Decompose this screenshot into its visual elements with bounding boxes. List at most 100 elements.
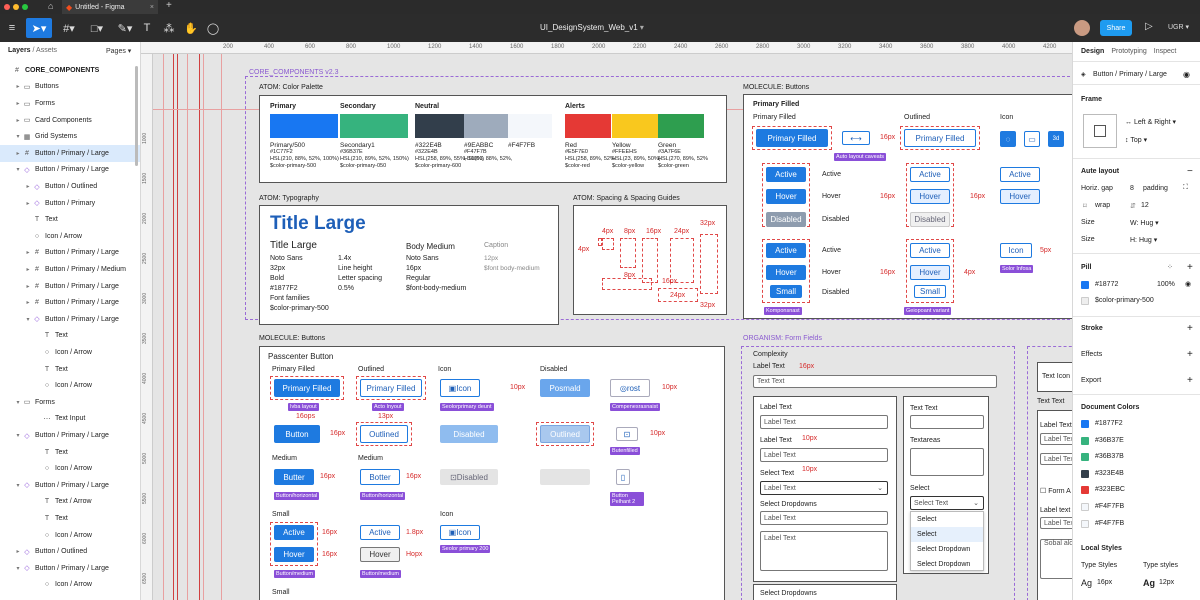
layer-caret-icon[interactable]: ▸ — [24, 249, 32, 256]
mr-icon-active-button[interactable]: Active — [1000, 167, 1040, 182]
mr-icon-button[interactable]: 3d — [1048, 131, 1064, 147]
close-tab-icon[interactable]: × — [150, 4, 154, 11]
doc-color-swatch[interactable] — [1081, 469, 1089, 478]
layer-caret-icon[interactable]: ▸ — [14, 83, 22, 90]
comment-tool-icon[interactable]: ◯ — [206, 18, 220, 38]
layer-row[interactable]: ▸ # Button / Primary / Large — [0, 294, 140, 311]
ml-disabled-icon-button[interactable]: ◎ rost — [610, 379, 650, 397]
ml-medium-icon-button[interactable]: ▯ — [616, 469, 630, 485]
core-components-title[interactable]: CORE_COMPONENTS v2.3 — [249, 69, 338, 76]
doc-color-swatch[interactable] — [1081, 503, 1089, 511]
mr-outlined-button[interactable]: Primary Filled — [904, 129, 976, 147]
molecule-buttons-card[interactable]: Primary Filled Primary Filled Outlined I… — [743, 94, 1072, 319]
fill-opacity[interactable]: 100% — [1157, 281, 1175, 288]
doc-color-swatch[interactable] — [1081, 420, 1089, 428]
wrap-value[interactable]: 12 — [1141, 202, 1149, 209]
home-icon[interactable]: ⌂ — [48, 1, 53, 11]
tab-prototyping[interactable]: Prototyping — [1111, 48, 1146, 55]
layer-row[interactable]: ⋯ Text Input — [0, 411, 140, 428]
doc-color-swatch[interactable] — [1081, 453, 1089, 462]
mr-active-state-button[interactable]: Active — [766, 167, 806, 182]
color-swatch[interactable] — [612, 114, 658, 138]
color-swatch[interactable] — [464, 114, 508, 138]
mr-outlined-active-button[interactable]: Active — [910, 167, 950, 182]
minimize-window-icon[interactable] — [13, 4, 19, 10]
ml-small-icon-button[interactable]: ▣ Icon — [440, 525, 480, 540]
add-stroke-icon[interactable]: + — [1187, 323, 1193, 334]
ml-disabled-filled-button[interactable]: Posmald — [540, 379, 590, 397]
styles-icon[interactable]: ⁘ — [1167, 263, 1173, 271]
layer-row[interactable]: ▾ ◇ Button / Primary / Large — [0, 477, 140, 494]
share-button[interactable]: Share — [1100, 20, 1132, 36]
far-input[interactable]: Label Text — [1040, 453, 1072, 465]
layer-caret-icon[interactable]: ▸ — [24, 266, 32, 273]
layer-row[interactable]: ○ Icon / Arrow — [0, 577, 140, 594]
layer-row[interactable]: ▾ ◇ Button / Primary / Large — [0, 311, 140, 328]
fill-swatch[interactable] — [1081, 281, 1089, 289]
mr-icon-button[interactable]: ◌ — [1000, 131, 1016, 147]
layer-row[interactable]: ○ Icon / Arrow — [0, 527, 140, 544]
constraints-widget[interactable] — [1083, 114, 1117, 148]
width-hug[interactable]: W: Hug ▾ — [1130, 219, 1159, 227]
height-hug[interactable]: H: Hug ▾ — [1130, 236, 1157, 244]
layer-row[interactable]: ▸ # Button / Primary / Large — [0, 278, 140, 295]
far-checkbox[interactable]: ☐ Form A — [1040, 487, 1071, 495]
dropdown-option[interactable]: Select Dropdown — [911, 542, 983, 557]
add-fill-icon[interactable]: + — [1187, 262, 1193, 273]
layer-caret-icon[interactable]: ▸ — [14, 150, 22, 157]
color-swatch[interactable] — [565, 114, 611, 138]
layer-row[interactable]: T Text — [0, 361, 140, 378]
remove-auto-layout-icon[interactable]: − — [1187, 166, 1193, 177]
passcenter-button-card[interactable]: Passcenter Button Primary Filled Outline… — [259, 346, 725, 600]
far-input[interactable]: Label Text — [1040, 433, 1072, 445]
ml-icon-button[interactable]: ▣ Icon — [440, 379, 480, 397]
assets-tab[interactable]: / Assets — [33, 47, 58, 54]
layer-caret-icon[interactable]: ▸ — [24, 283, 32, 290]
layer-row[interactable]: ▸ ◇ Button / Outlined — [0, 543, 140, 560]
resources-icon[interactable]: ⁂ — [162, 18, 176, 38]
layer-row[interactable]: T Text — [0, 444, 140, 461]
layer-row[interactable]: ○ Icon / Arrow — [0, 228, 140, 245]
doc-color-swatch[interactable] — [1081, 486, 1089, 495]
doc-color-swatch[interactable] — [1081, 519, 1089, 528]
dropdown-option[interactable]: Select Dropdown — [911, 557, 983, 572]
ml-medium-filled-button[interactable]: Butter — [274, 469, 314, 485]
layer-row[interactable]: ▾ ▦ Grid Systems — [0, 128, 140, 145]
layer-caret-icon[interactable]: ▾ — [14, 482, 22, 489]
shape-tool-icon[interactable]: □▾ — [86, 18, 108, 38]
ml-small-icon-button[interactable]: ⊡ — [616, 427, 638, 441]
pages-dropdown[interactable]: Pages ▾ — [106, 47, 131, 55]
doc-color-swatch[interactable] — [1081, 436, 1089, 445]
layer-row[interactable]: # CORE_COMPONENTS — [0, 62, 140, 79]
move-tool-icon[interactable]: ➤▾ — [26, 18, 52, 38]
tab-design[interactable]: Design — [1081, 48, 1104, 55]
layer-row[interactable]: ▾ ◇ Button / Primary / Large — [0, 427, 140, 444]
ml-primary-filled-button[interactable]: Primary Filled — [274, 379, 340, 397]
text-tool-icon[interactable]: T — [140, 18, 154, 38]
mr-hover-button-2[interactable]: Hover — [766, 265, 806, 280]
ml-small-outlined-hover[interactable]: Hover — [360, 547, 400, 562]
padding-icon[interactable]: ⛶ — [1183, 184, 1188, 192]
org-select-open[interactable]: Select Text ⌄ — [910, 496, 984, 510]
layer-caret-icon[interactable]: ▾ — [14, 565, 22, 572]
ml-medium-disabled-outlined[interactable] — [540, 469, 590, 485]
layer-caret-icon[interactable]: ▾ — [14, 432, 22, 439]
layer-row[interactable]: ▾ ◇ Button / Primary / Large — [0, 162, 140, 179]
fill-token[interactable]: $color-primary-500 — [1095, 297, 1154, 304]
layer-row[interactable]: ▸ ◇ Button / Primary — [0, 195, 140, 212]
color-swatch[interactable] — [508, 114, 552, 138]
org-input[interactable]: Label Text — [760, 415, 888, 429]
mr-active-button-2[interactable]: Active — [766, 243, 806, 258]
mr-outlined-hover-button-2[interactable]: Hover — [910, 265, 950, 280]
dropdown-option[interactable]: Select — [911, 512, 983, 527]
org-input[interactable] — [910, 415, 984, 429]
ml-outlined-button-2[interactable]: Outlined — [360, 425, 408, 443]
layer-caret-icon[interactable]: ▸ — [14, 100, 22, 107]
org-form-card[interactable]: Label Text Label Text Label Text 10px La… — [753, 396, 897, 582]
pen-tool-icon[interactable]: ✎▾ — [114, 18, 136, 38]
org-form-card-3[interactable]: Select Dropdowns — [753, 584, 897, 600]
spacing-card[interactable]: 4px 4px 8px 8px 16px 24px 32px 16px 24px… — [573, 205, 727, 315]
present-icon[interactable]: ▷ — [1145, 21, 1153, 32]
layer-row[interactable]: ▸ ◇ Button / Outlined — [0, 178, 140, 195]
layer-row[interactable]: ▸ ▭ Card Components — [0, 112, 140, 129]
